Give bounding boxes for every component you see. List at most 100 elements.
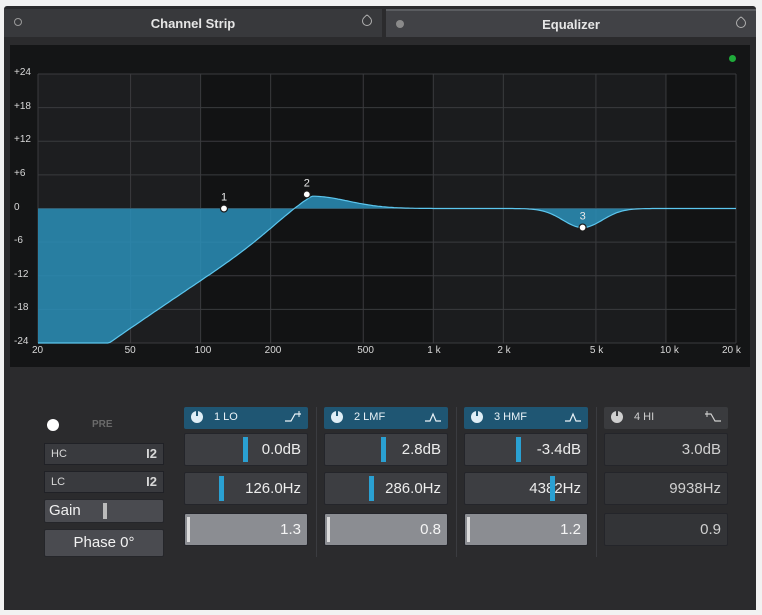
- eq-curve-display[interactable]: 1 2 3 +24 +18 +12 +6 0 -6 -12 -18 -24 20 50 100 200 50…: [10, 45, 750, 367]
- tab-status-icon: [14, 18, 22, 26]
- band-freq-field[interactable]: 286.0Hz: [324, 472, 448, 505]
- band-q-value: 0.8: [420, 521, 441, 538]
- band-q-field[interactable]: 0.8: [324, 513, 448, 546]
- band-power-icon[interactable]: [611, 410, 623, 423]
- gain-slider-handle[interactable]: [516, 437, 521, 462]
- db-scale-label: 0: [14, 201, 20, 213]
- freq-slider-handle[interactable]: [369, 476, 374, 501]
- tab-equalizer[interactable]: Equalizer: [386, 9, 756, 37]
- freq-scale-label: 200: [264, 345, 282, 356]
- q-slider-handle[interactable]: [187, 517, 190, 542]
- band-header[interactable]: 4 HI: [604, 407, 728, 429]
- db-scale-label: -12: [14, 268, 29, 280]
- band-q-value: 1.3: [280, 521, 301, 538]
- eq-band-2: 2 LMF 2.8dB 286.0Hz 0.8: [324, 407, 448, 557]
- freq-scale-label: 5 k: [589, 345, 604, 356]
- filter-shape-icon[interactable]: [564, 411, 582, 423]
- db-scale-label: +18: [14, 100, 31, 112]
- band-gain-field[interactable]: 3.0dB: [604, 433, 728, 466]
- eq-band-4: 4 HI 3.0dB 9938Hz 0.9: [604, 407, 728, 557]
- gain-slider[interactable]: Gain: [44, 499, 164, 523]
- eq-node-handle[interactable]: [578, 223, 587, 232]
- band-freq-value: 286.0Hz: [385, 480, 441, 497]
- band-freq-field[interactable]: 4382Hz: [464, 472, 588, 505]
- eq-node-label: 1: [221, 192, 227, 204]
- db-scale-label: +24: [14, 67, 31, 78]
- low-cut-slope: I2: [146, 474, 157, 489]
- db-scale-label: -24: [14, 336, 29, 347]
- band-gain-field[interactable]: 0.0dB: [184, 433, 308, 466]
- pin-icon[interactable]: [359, 13, 375, 29]
- q-slider-handle[interactable]: [467, 517, 470, 542]
- db-scale-label: -6: [14, 235, 23, 247]
- band-freq-field[interactable]: 126.0Hz: [184, 472, 308, 505]
- band-gain-field[interactable]: 2.8dB: [324, 433, 448, 466]
- band-name: 2 LMF: [354, 411, 386, 423]
- high-cut-slope: I2: [146, 446, 157, 461]
- pre-label: PRE: [92, 419, 113, 430]
- band-freq-value: 4382Hz: [529, 480, 581, 497]
- freq-slider-handle[interactable]: [550, 476, 555, 501]
- pin-icon[interactable]: [733, 15, 749, 31]
- freq-scale-label: 20 k: [722, 345, 741, 356]
- band-separator: [316, 407, 317, 557]
- freq-slider-handle[interactable]: [219, 476, 224, 501]
- band-power-icon[interactable]: [471, 410, 483, 423]
- band-q-value: 1.2: [560, 521, 581, 538]
- band-name: 4 HI: [634, 411, 655, 423]
- eq-band-3: 3 HMF -3.4dB 4382Hz 1.2: [464, 407, 588, 557]
- filter-shape-icon[interactable]: [704, 411, 722, 423]
- band-q-value: 0.9: [700, 521, 721, 538]
- freq-scale-label: 10 k: [659, 345, 679, 356]
- band-freq-value: 9938Hz: [669, 480, 721, 497]
- phase-button[interactable]: Phase 0°: [44, 529, 164, 557]
- band-name: 3 HMF: [494, 411, 527, 423]
- band-gain-value: 2.8dB: [401, 441, 441, 458]
- band-gain-value: 3.0dB: [681, 441, 721, 458]
- tab-label: Channel Strip: [150, 15, 236, 31]
- eq-node-handle[interactable]: [219, 204, 229, 213]
- gain-slider-handle[interactable]: [243, 437, 248, 462]
- freq-scale-label: 2 k: [497, 345, 511, 356]
- filter-shape-icon[interactable]: [284, 411, 302, 423]
- band-power-icon[interactable]: [191, 410, 203, 423]
- band-gain-value: -3.4dB: [536, 441, 581, 458]
- freq-scale-label: 100: [194, 345, 212, 356]
- eq-curve-svg: 1 2 3: [37, 73, 737, 344]
- tab-channel-strip[interactable]: Channel Strip: [4, 9, 382, 37]
- freq-scale-label: 500: [357, 345, 374, 356]
- low-cut-label: LC: [51, 476, 66, 488]
- gain-slider-handle[interactable]: [381, 437, 386, 462]
- band-q-field[interactable]: 0.9: [604, 513, 728, 546]
- band-header[interactable]: 2 LMF: [324, 407, 448, 429]
- db-scale-label: +6: [14, 167, 26, 179]
- band-header[interactable]: 1 LO: [184, 407, 308, 429]
- band-header[interactable]: 3 HMF: [464, 407, 588, 429]
- eq-node-handle[interactable]: [302, 190, 311, 199]
- band-separator: [456, 407, 457, 557]
- band-gain-field[interactable]: -3.4dB: [464, 433, 588, 466]
- eq-node-label: 2: [304, 177, 310, 189]
- band-gain-value: 0.0dB: [261, 441, 301, 458]
- eq-band-1: 1 LO 0.0dB 126.0Hz 1.3: [184, 407, 308, 557]
- band-power-icon[interactable]: [331, 410, 343, 423]
- tab-status-icon: [396, 20, 404, 28]
- freq-scale-label: 50: [124, 345, 136, 356]
- high-cut-control[interactable]: HC I2: [44, 443, 164, 465]
- freq-scale-label: 1 k: [427, 345, 441, 356]
- band-name: 1 LO: [214, 411, 238, 423]
- band-q-field[interactable]: 1.3: [184, 513, 308, 546]
- band-q-field[interactable]: 1.2: [464, 513, 588, 546]
- low-cut-control[interactable]: LC I2: [44, 471, 164, 493]
- eq-bypass-indicator[interactable]: [47, 419, 59, 431]
- db-scale-label: +12: [14, 134, 31, 146]
- band-freq-value: 126.0Hz: [245, 480, 301, 497]
- filter-shape-icon[interactable]: [424, 411, 442, 423]
- gain-label: Gain: [49, 502, 81, 519]
- q-slider-handle[interactable]: [327, 517, 330, 542]
- eq-node-label: 3: [580, 211, 586, 223]
- band-freq-field[interactable]: 9938Hz: [604, 472, 728, 505]
- gain-slider-handle[interactable]: [103, 503, 107, 519]
- band-separator: [596, 407, 597, 557]
- high-cut-label: HC: [51, 448, 67, 460]
